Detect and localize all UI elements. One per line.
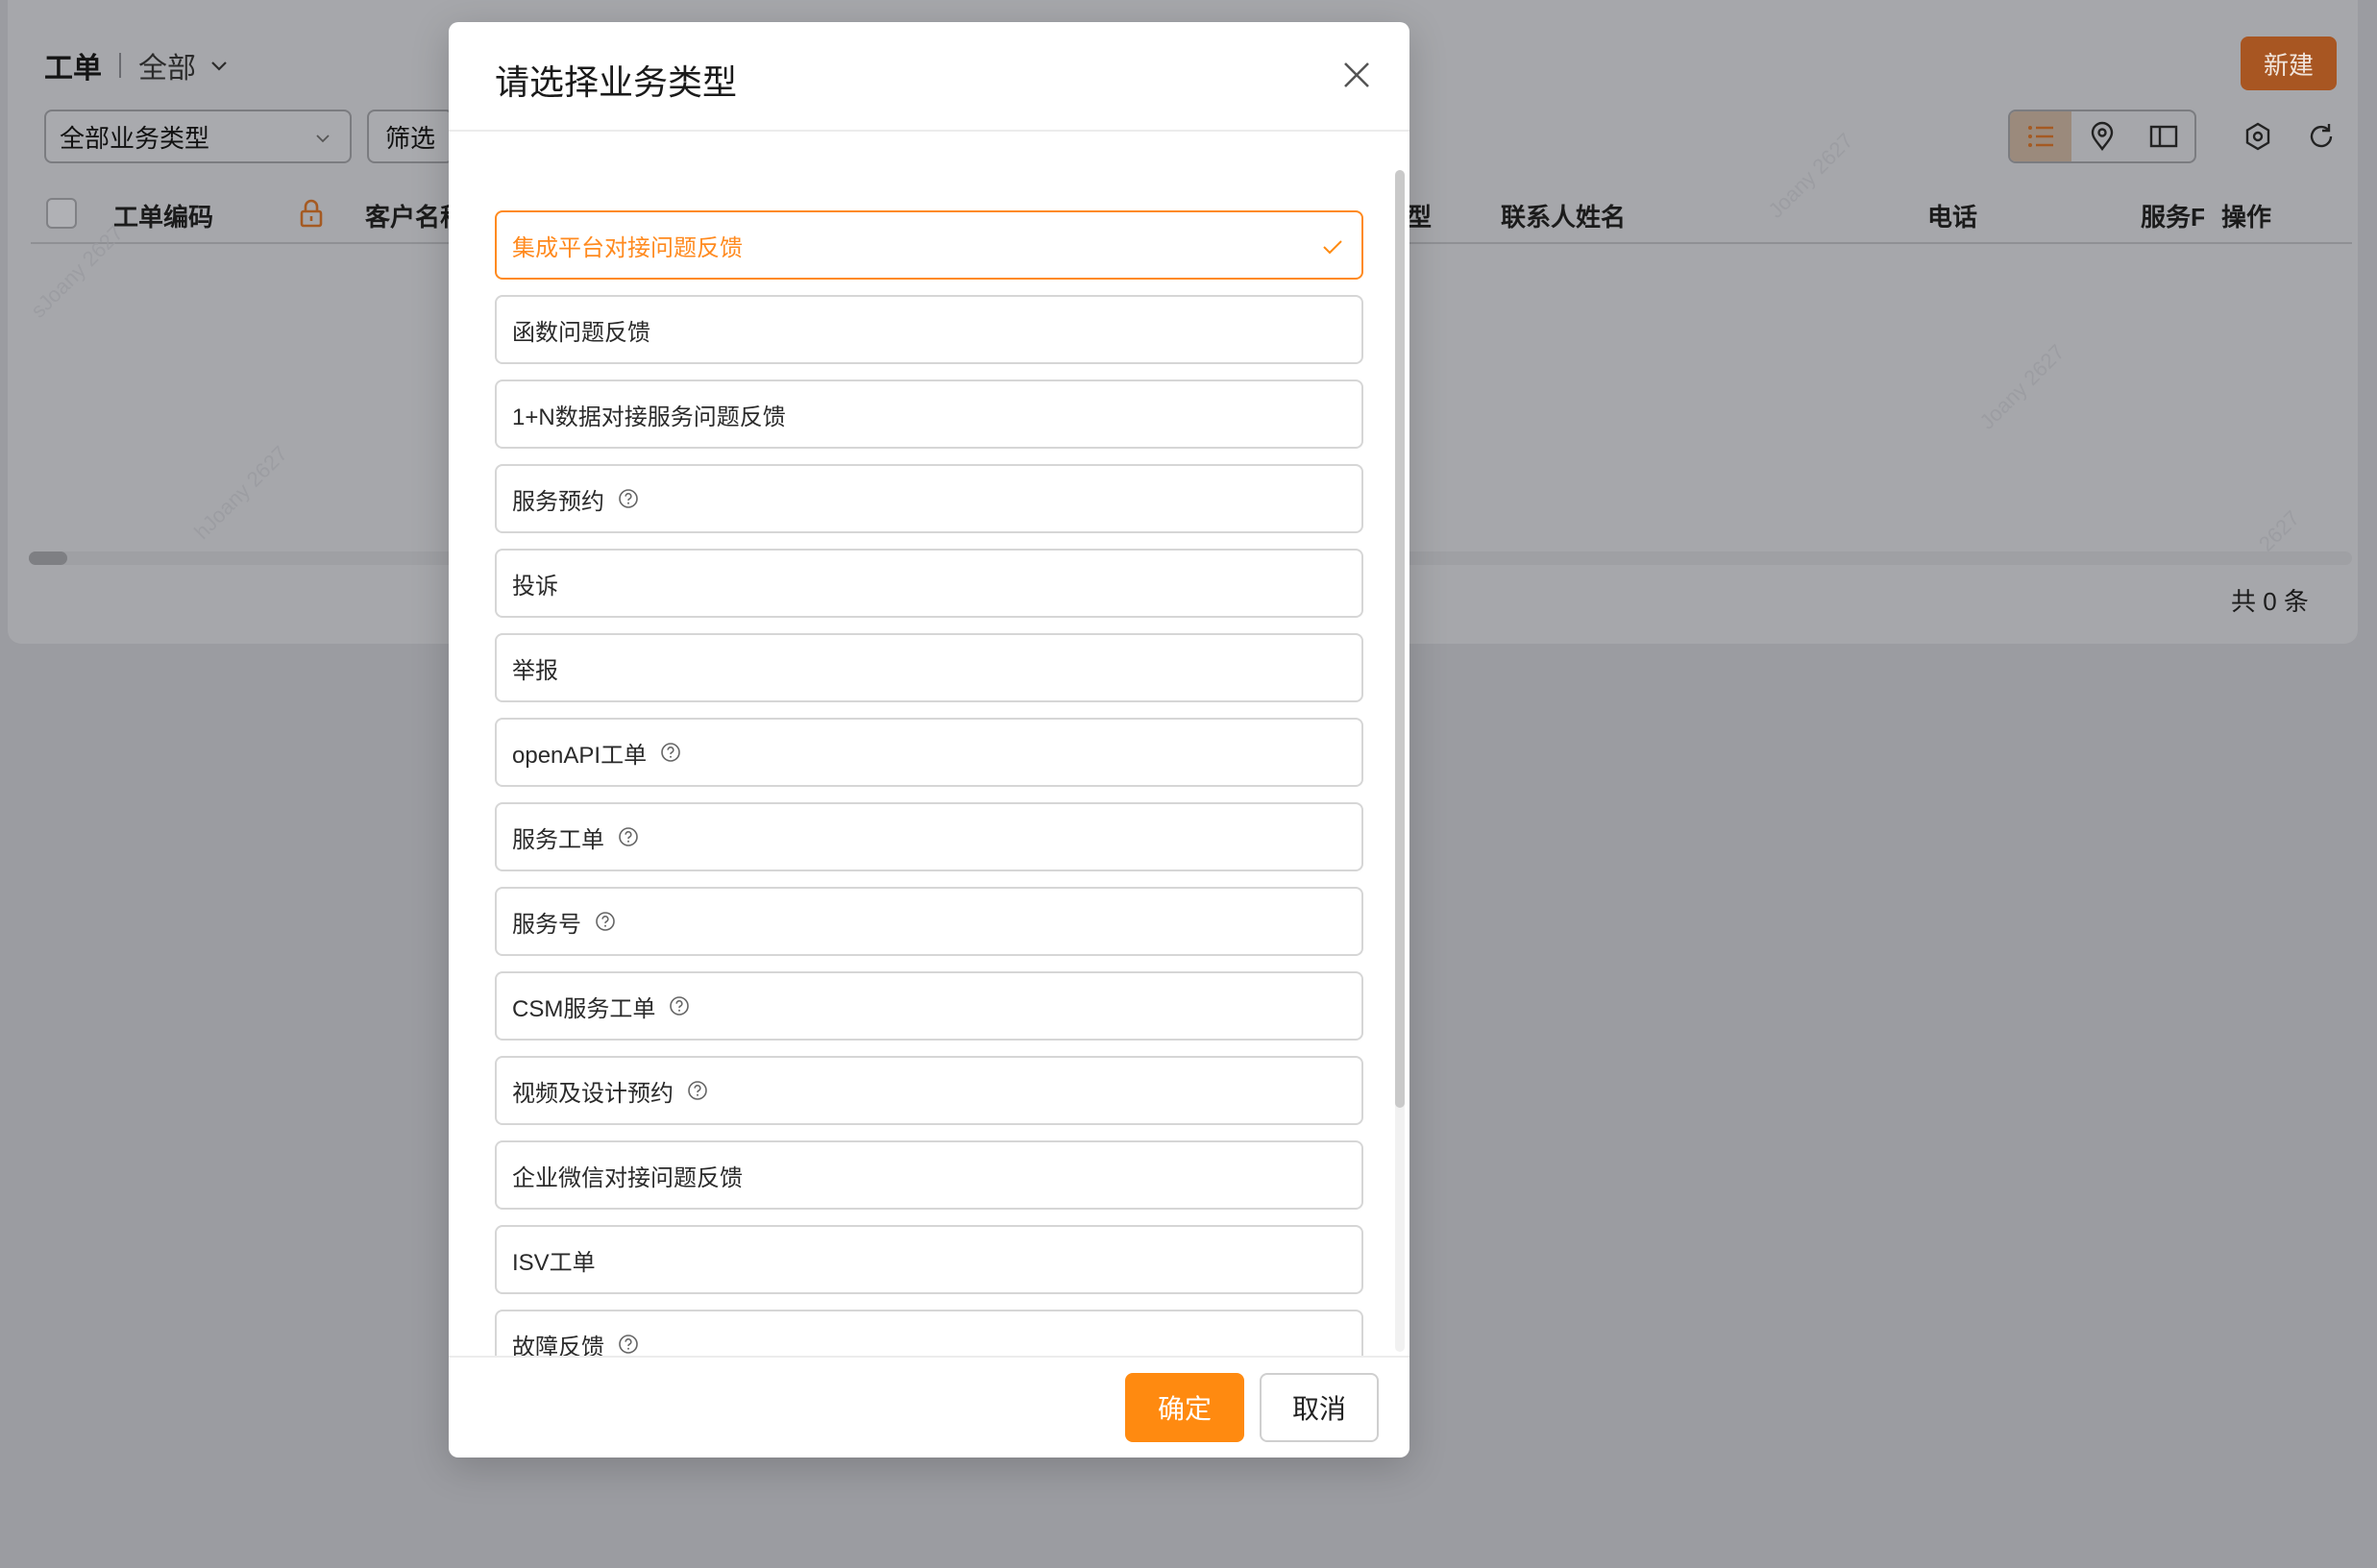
cancel-button[interactable]: 取消 <box>1260 1373 1379 1442</box>
business-type-option[interactable]: 企业微信对接问题反馈 <box>495 1140 1363 1210</box>
business-type-option[interactable]: 集成平台对接问题反馈 <box>495 210 1363 280</box>
new-button[interactable]: 新建 <box>2241 37 2337 90</box>
business-type-option[interactable]: 服务预约 <box>495 464 1363 533</box>
list-icon <box>2028 126 2053 147</box>
business-type-options: 集成平台对接问题反馈 函数问题反馈 1+N数据对接服务问题反馈 服务预约投诉举报 ope… <box>495 210 1363 1356</box>
page-title: 工单 <box>44 53 102 85</box>
help-icon[interactable] <box>687 1080 708 1101</box>
column-header[interactable]: 操作 <box>2221 198 2271 233</box>
chevron-down-icon[interactable] <box>208 54 231 77</box>
check-icon <box>1323 240 1342 255</box>
help-icon[interactable] <box>595 911 616 932</box>
refresh-button[interactable] <box>2304 119 2339 154</box>
option-label: 服务号 <box>512 911 581 938</box>
scrollbar-thumb[interactable] <box>29 551 67 565</box>
option-label: 企业微信对接问题反馈 <box>512 1164 743 1191</box>
help-icon[interactable] <box>618 488 639 509</box>
lock-icon[interactable] <box>298 198 325 229</box>
business-type-option[interactable]: 服务工单 <box>495 802 1363 871</box>
option-label: 函数问题反馈 <box>512 319 650 346</box>
column-header[interactable]: 型 <box>1407 198 1432 233</box>
option-label: 1+N数据对接服务问题反馈 <box>512 404 786 430</box>
help-icon[interactable] <box>669 995 690 1017</box>
business-type-option[interactable]: 1+N数据对接服务问题反馈 <box>495 380 1363 449</box>
option-label: CSM服务工单 <box>512 995 656 1022</box>
option-label: 服务工单 <box>512 826 604 853</box>
settings-button[interactable] <box>2241 119 2275 154</box>
title-divider <box>119 53 121 78</box>
business-type-option[interactable]: 函数问题反馈 <box>495 295 1363 364</box>
column-header[interactable]: 服务F <box>2141 198 2204 233</box>
business-type-option[interactable]: CSM服务工单 <box>495 971 1363 1041</box>
dialog-title: 请选择业务类型 <box>495 62 738 102</box>
split-view-button[interactable] <box>2133 111 2194 161</box>
option-label: 故障反馈 <box>512 1334 604 1357</box>
scrollbar-thumb[interactable] <box>1395 170 1405 1108</box>
settings-hexagon-icon <box>2245 122 2270 151</box>
map-pin-icon <box>2091 121 2114 151</box>
view-selector[interactable]: 全部 <box>138 44 196 86</box>
option-label: 服务预约 <box>512 488 604 515</box>
help-icon[interactable] <box>618 826 639 847</box>
column-header[interactable]: 工单编码 <box>113 198 213 233</box>
option-label: 投诉 <box>512 573 558 600</box>
map-view-button[interactable] <box>2071 111 2133 161</box>
chevron-down-icon <box>316 135 330 143</box>
refresh-icon <box>2310 124 2333 148</box>
option-label: 举报 <box>512 657 558 684</box>
confirm-button[interactable]: 确定 <box>1125 1373 1244 1442</box>
total-count: 共 0 条 <box>2231 587 2309 616</box>
option-label: ISV工单 <box>512 1249 596 1276</box>
option-label: openAPI工单 <box>512 742 648 769</box>
column-header[interactable]: 电话 <box>1927 198 1977 233</box>
business-type-option[interactable]: 故障反馈 <box>495 1310 1363 1356</box>
business-type-option[interactable]: 服务号 <box>495 887 1363 956</box>
business-type-option[interactable]: 举报 <box>495 633 1363 702</box>
help-icon[interactable] <box>660 742 681 763</box>
business-type-select-value: 全部业务类型 <box>60 123 210 153</box>
vertical-scrollbar[interactable] <box>1395 170 1405 1352</box>
dialog-footer: 确定 取消 <box>449 1356 1409 1458</box>
select-all-checkbox[interactable] <box>46 198 77 229</box>
column-header[interactable]: 联系人姓名 <box>1501 198 1626 233</box>
list-view-button[interactable] <box>2010 111 2071 161</box>
page-header: 工单 全部 <box>44 44 231 86</box>
watermark: 2627 <box>2253 505 2305 556</box>
view-mode-toggle <box>2008 110 2196 163</box>
option-label: 视频及设计预约 <box>512 1080 674 1107</box>
business-type-option[interactable]: 视频及设计预约 <box>495 1056 1363 1125</box>
business-type-select[interactable]: 全部业务类型 <box>44 110 352 163</box>
help-icon[interactable] <box>618 1334 639 1355</box>
filter-button[interactable]: 筛选 <box>367 110 453 163</box>
option-label: 集成平台对接问题反馈 <box>512 234 743 261</box>
watermark: hJoany 2627 <box>189 441 293 545</box>
dialog-body: 集成平台对接问题反馈 函数问题反馈 1+N数据对接服务问题反馈 服务预约投诉举报 ope… <box>449 134 1409 1356</box>
sidebar-layout-icon <box>2149 125 2178 148</box>
close-button[interactable] <box>1333 51 1381 99</box>
dialog-header: 请选择业务类型 <box>449 22 1409 132</box>
business-type-dialog: 请选择业务类型 集成平台对接问题反馈 函数问题反馈 1+N数据对接服务问题反馈 服务预… <box>449 22 1409 1458</box>
business-type-option[interactable]: openAPI工单 <box>495 718 1363 787</box>
watermark: Joany 2627 <box>1974 339 2070 434</box>
business-type-option[interactable]: 投诉 <box>495 549 1363 618</box>
business-type-option[interactable]: ISV工单 <box>495 1225 1363 1294</box>
close-icon <box>1344 62 1369 87</box>
